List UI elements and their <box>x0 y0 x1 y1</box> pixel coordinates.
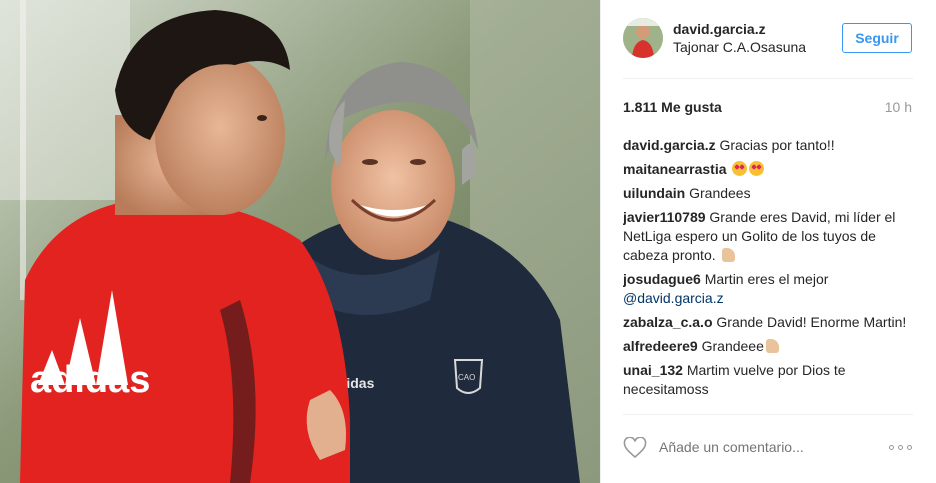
heart-eyes-emoji-icon <box>749 161 765 176</box>
heart-outline-icon[interactable] <box>623 437 647 459</box>
comment: uilundain Grandees <box>623 184 915 203</box>
heart-eyes-emoji-icon <box>732 161 748 176</box>
comment-username[interactable]: unai_132 <box>623 362 683 378</box>
comment-username[interactable]: alfredeere9 <box>623 338 698 354</box>
dot-icon <box>898 445 903 450</box>
post-sidebar: david.garcia.z Tajonar C.A.Osasuna Segui… <box>600 0 936 483</box>
header-divider <box>623 78 913 79</box>
comment-username[interactable]: david.garcia.z <box>623 137 716 153</box>
comment-mention-link[interactable]: @david.garcia.z <box>623 290 724 306</box>
post-image: adidas CAO adidas <box>0 0 600 483</box>
comment: maitanearrastia <box>623 160 915 179</box>
avatar[interactable] <box>623 18 663 58</box>
flexed-biceps-emoji-icon <box>721 248 735 262</box>
comment: unai_132 Martim vuelve por Dios te neces… <box>623 361 915 399</box>
comment: david.garcia.z Gracias por tanto!! <box>623 136 915 155</box>
post-header: david.garcia.z Tajonar C.A.Osasuna Segui… <box>601 0 936 78</box>
comment-text: Grandees <box>689 185 751 201</box>
crest-text: CAO <box>458 373 475 382</box>
more-options-icon[interactable] <box>889 444 913 452</box>
comments-list[interactable]: david.garcia.z Gracias por tanto!! maita… <box>623 136 915 414</box>
post-location[interactable]: Tajonar C.A.Osasuna <box>673 39 806 55</box>
comment-text: Grandeee <box>701 338 764 354</box>
avatar-image <box>623 18 663 58</box>
post-photo[interactable]: adidas CAO adidas <box>0 0 600 483</box>
comment: josudague6 Martin eres el mejor @david.g… <box>623 270 915 308</box>
comment: zabalza_c.a.o Grande David! Enorme Marti… <box>623 313 915 332</box>
post-username[interactable]: david.garcia.z <box>673 21 766 37</box>
dot-icon <box>889 445 894 450</box>
comment-text: Gracias por tanto!! <box>719 137 835 153</box>
post-footer <box>601 414 936 483</box>
comment-username[interactable]: uilundain <box>623 185 685 201</box>
comment-username[interactable]: maitanearrastia <box>623 161 727 177</box>
dot-icon <box>907 445 912 450</box>
follow-button[interactable]: Seguir <box>842 23 912 53</box>
shirt-brand-text: adidas <box>30 359 150 401</box>
comment: alfredeere9 Grandeee <box>623 337 915 356</box>
comment: javier110789 Grande eres David, mi líder… <box>623 208 915 265</box>
comment-username[interactable]: josudague6 <box>623 271 701 287</box>
likes-count[interactable]: 1.811 Me gusta <box>623 99 722 115</box>
comment-input[interactable] <box>659 439 879 455</box>
comment-username[interactable]: zabalza_c.a.o <box>623 314 713 330</box>
comment-text: Martin eres el mejor <box>704 271 829 287</box>
comment-username[interactable]: javier110789 <box>623 209 706 225</box>
flexed-biceps-emoji-icon <box>765 339 779 353</box>
instagram-post: adidas CAO adidas david.garcia.z Tajonar… <box>0 0 936 483</box>
post-time[interactable]: 10 h <box>885 99 912 115</box>
comment-text: Grande David! Enorme Martin! <box>716 314 907 330</box>
